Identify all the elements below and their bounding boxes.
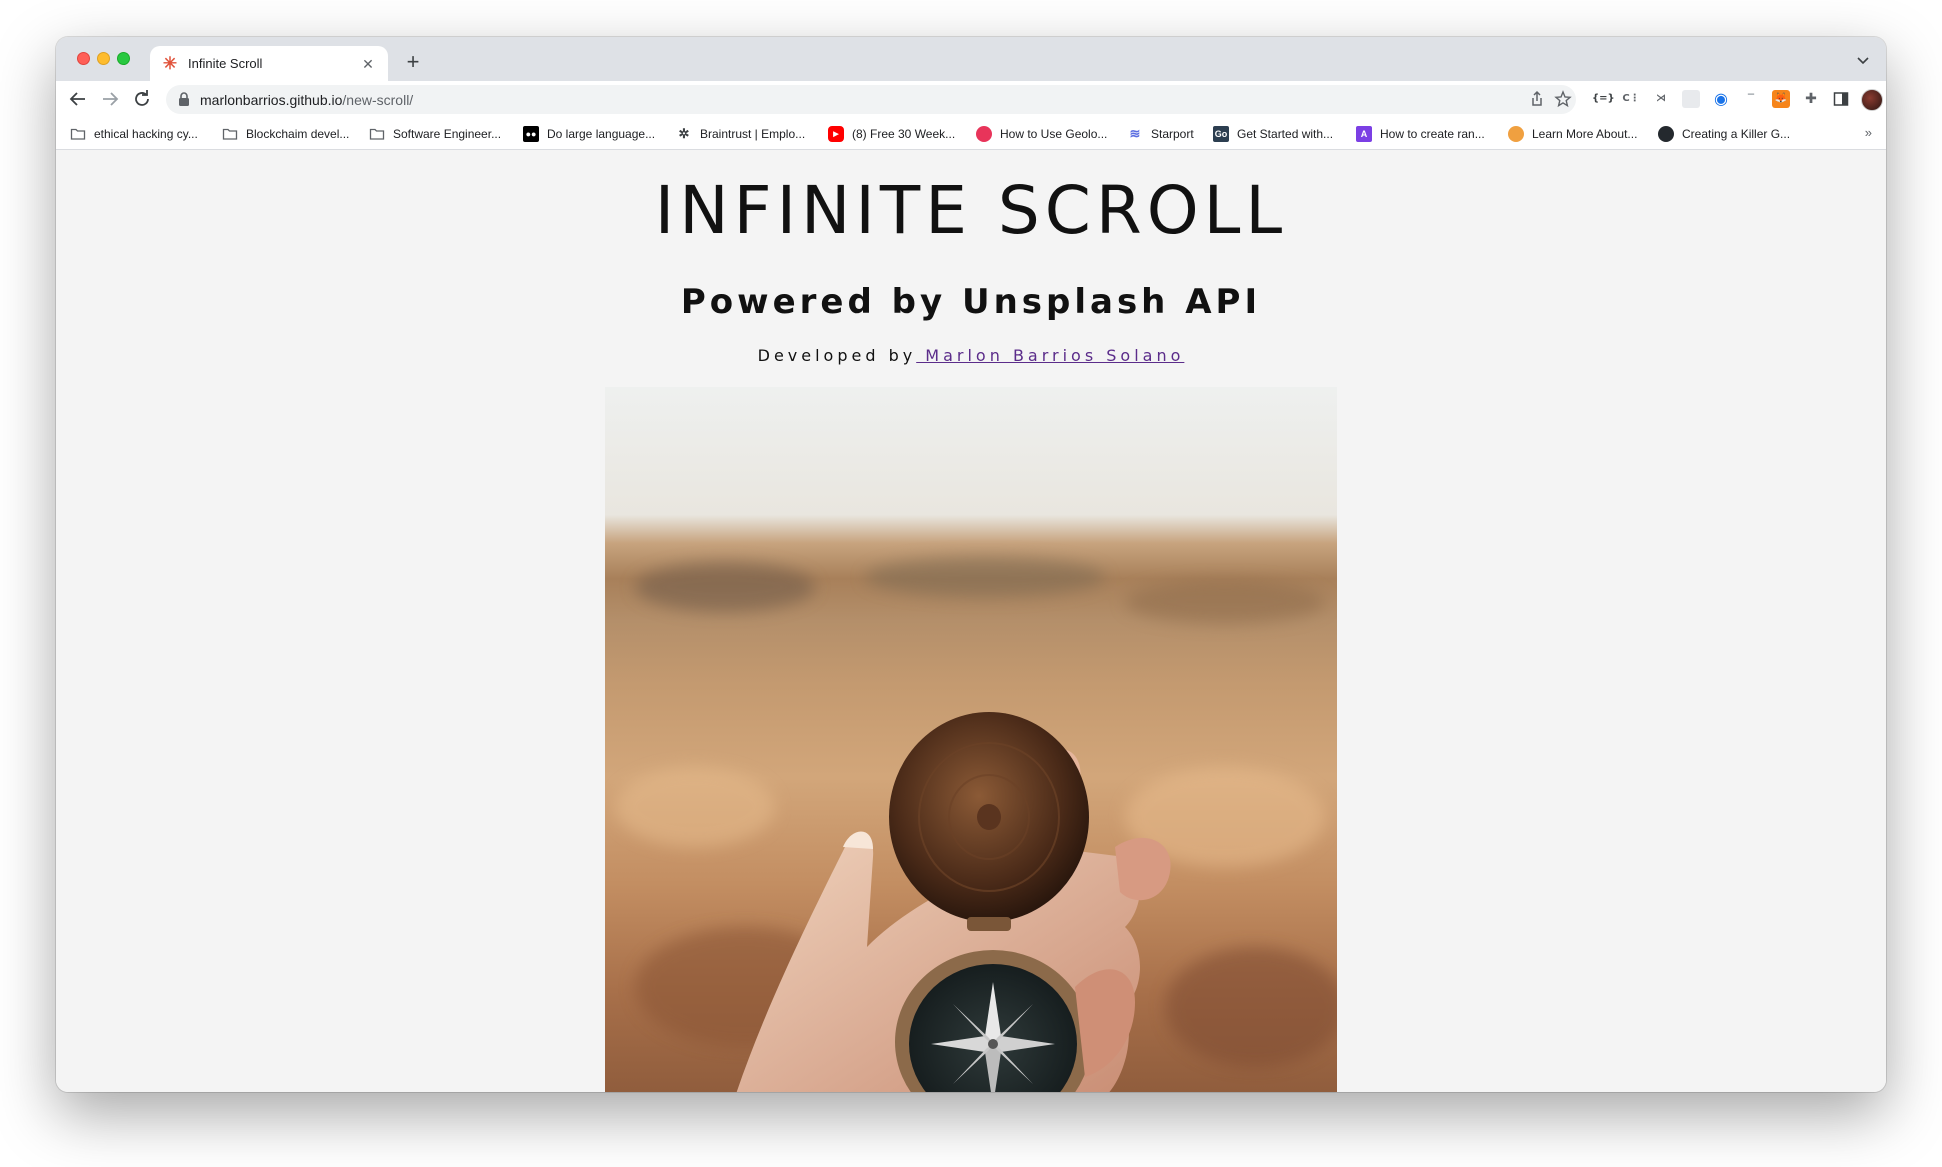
- metamask-fox-icon[interactable]: 🦊: [1772, 90, 1790, 108]
- reload-icon[interactable]: [130, 87, 154, 111]
- youtube-icon: ▶: [828, 126, 844, 142]
- bookmark-item[interactable]: ✲ Braintrust | Emplo...: [676, 126, 806, 142]
- code-extension-icon[interactable]: C⋮: [1622, 90, 1640, 108]
- bookmark-item[interactable]: A How to create ran...: [1356, 126, 1485, 142]
- puzzle-extensions-icon[interactable]: ✚: [1802, 90, 1820, 108]
- medium-icon: ●●: [523, 126, 539, 142]
- bookmark-item[interactable]: ≋ Starport: [1127, 126, 1194, 142]
- starport-icon: ≋: [1129, 126, 1141, 141]
- bookmark-item[interactable]: Go Get Started with...: [1213, 126, 1333, 142]
- credit-prefix: Developed by: [757, 346, 917, 365]
- blank-extension-icon[interactable]: [1682, 90, 1700, 108]
- bookmark-item[interactable]: Creating a Killer G...: [1658, 126, 1790, 142]
- orange-circle-icon: [1508, 126, 1524, 142]
- chevron-down-icon[interactable]: [1854, 51, 1872, 69]
- tab-strip: ✳ Infinite Scroll ✕ +: [56, 37, 1886, 81]
- bookmark-item[interactable]: ethical hacking cy...: [70, 126, 198, 142]
- lock-icon[interactable]: [178, 92, 190, 106]
- pink-circle-icon: [976, 126, 992, 142]
- forward-arrow-icon[interactable]: [98, 87, 122, 111]
- url-text: marlonbarrios.github.io/new-scroll/: [200, 92, 413, 108]
- go-icon: Go: [1213, 126, 1229, 142]
- bookmark-item[interactable]: ▶ (8) Free 30 Week...: [828, 126, 955, 142]
- tab-close-icon[interactable]: ✕: [360, 56, 376, 72]
- blue-circle-extension-icon[interactable]: ◉: [1712, 90, 1730, 108]
- gear-icon: ✲: [678, 126, 690, 141]
- back-arrow-icon[interactable]: [66, 87, 90, 111]
- asterisk-favicon-icon: ✳: [162, 53, 178, 73]
- developer-link[interactable]: Marlon Barrios Solano: [916, 346, 1184, 365]
- bookmarks-overflow-button[interactable]: »: [1865, 125, 1872, 140]
- tab-title: Infinite Scroll: [188, 56, 263, 71]
- url-path: /new-scroll/: [342, 92, 414, 108]
- compass-in-hand-image: [615, 557, 1337, 1092]
- address-bar[interactable]: marlonbarrios.github.io/new-scroll/: [166, 85, 1576, 114]
- tab-infinite-scroll[interactable]: ✳ Infinite Scroll ✕: [150, 46, 388, 81]
- bookmark-item[interactable]: Learn More About...: [1508, 126, 1637, 142]
- fullscreen-window-button[interactable]: [117, 52, 130, 65]
- bookmark-item[interactable]: How to Use Geolo...: [976, 126, 1107, 142]
- developer-credit: Developed by Marlon Barrios Solano: [56, 346, 1886, 365]
- vscode-extension-icon[interactable]: ⋊: [1652, 90, 1670, 108]
- browser-window: ✳ Infinite Scroll ✕ + marlonbarrios.gith…: [56, 37, 1886, 1092]
- page-title: INFINITE SCROLL: [654, 172, 1288, 249]
- page-subtitle: Powered by Unsplash API: [680, 282, 1262, 322]
- unsplash-photo[interactable]: [605, 387, 1337, 1092]
- small-extension-icon[interactable]: ▔: [1742, 90, 1760, 108]
- github-icon: [1658, 126, 1674, 142]
- bookmark-star-icon[interactable]: [1554, 90, 1572, 108]
- new-tab-button[interactable]: +: [400, 50, 426, 76]
- json-viewer-extension-icon[interactable]: {=}: [1592, 90, 1615, 108]
- folder-icon: [70, 128, 86, 140]
- bookmarks-bar: ethical hacking cy... Blockchaim devel..…: [56, 118, 1886, 150]
- bookmark-item[interactable]: Blockchaim devel...: [222, 126, 349, 142]
- page-content: INFINITE SCROLL Powered by Unsplash API …: [56, 150, 1886, 1092]
- minimize-window-button[interactable]: [97, 52, 110, 65]
- kebab-menu-icon[interactable]: [1864, 90, 1868, 108]
- bookmark-item[interactable]: ●● Do large language...: [523, 126, 655, 142]
- folder-icon: [222, 128, 238, 140]
- url-domain: marlonbarrios.github.io: [200, 92, 343, 108]
- browser-toolbar: marlonbarrios.github.io/new-scroll/ {=} …: [56, 81, 1886, 118]
- share-icon[interactable]: [1528, 90, 1546, 108]
- bookmark-item[interactable]: Software Engineer...: [369, 126, 501, 142]
- purple-a-icon: A: [1356, 126, 1372, 142]
- side-panel-icon[interactable]: [1832, 90, 1850, 108]
- close-window-button[interactable]: [77, 52, 90, 65]
- folder-icon: [369, 128, 385, 140]
